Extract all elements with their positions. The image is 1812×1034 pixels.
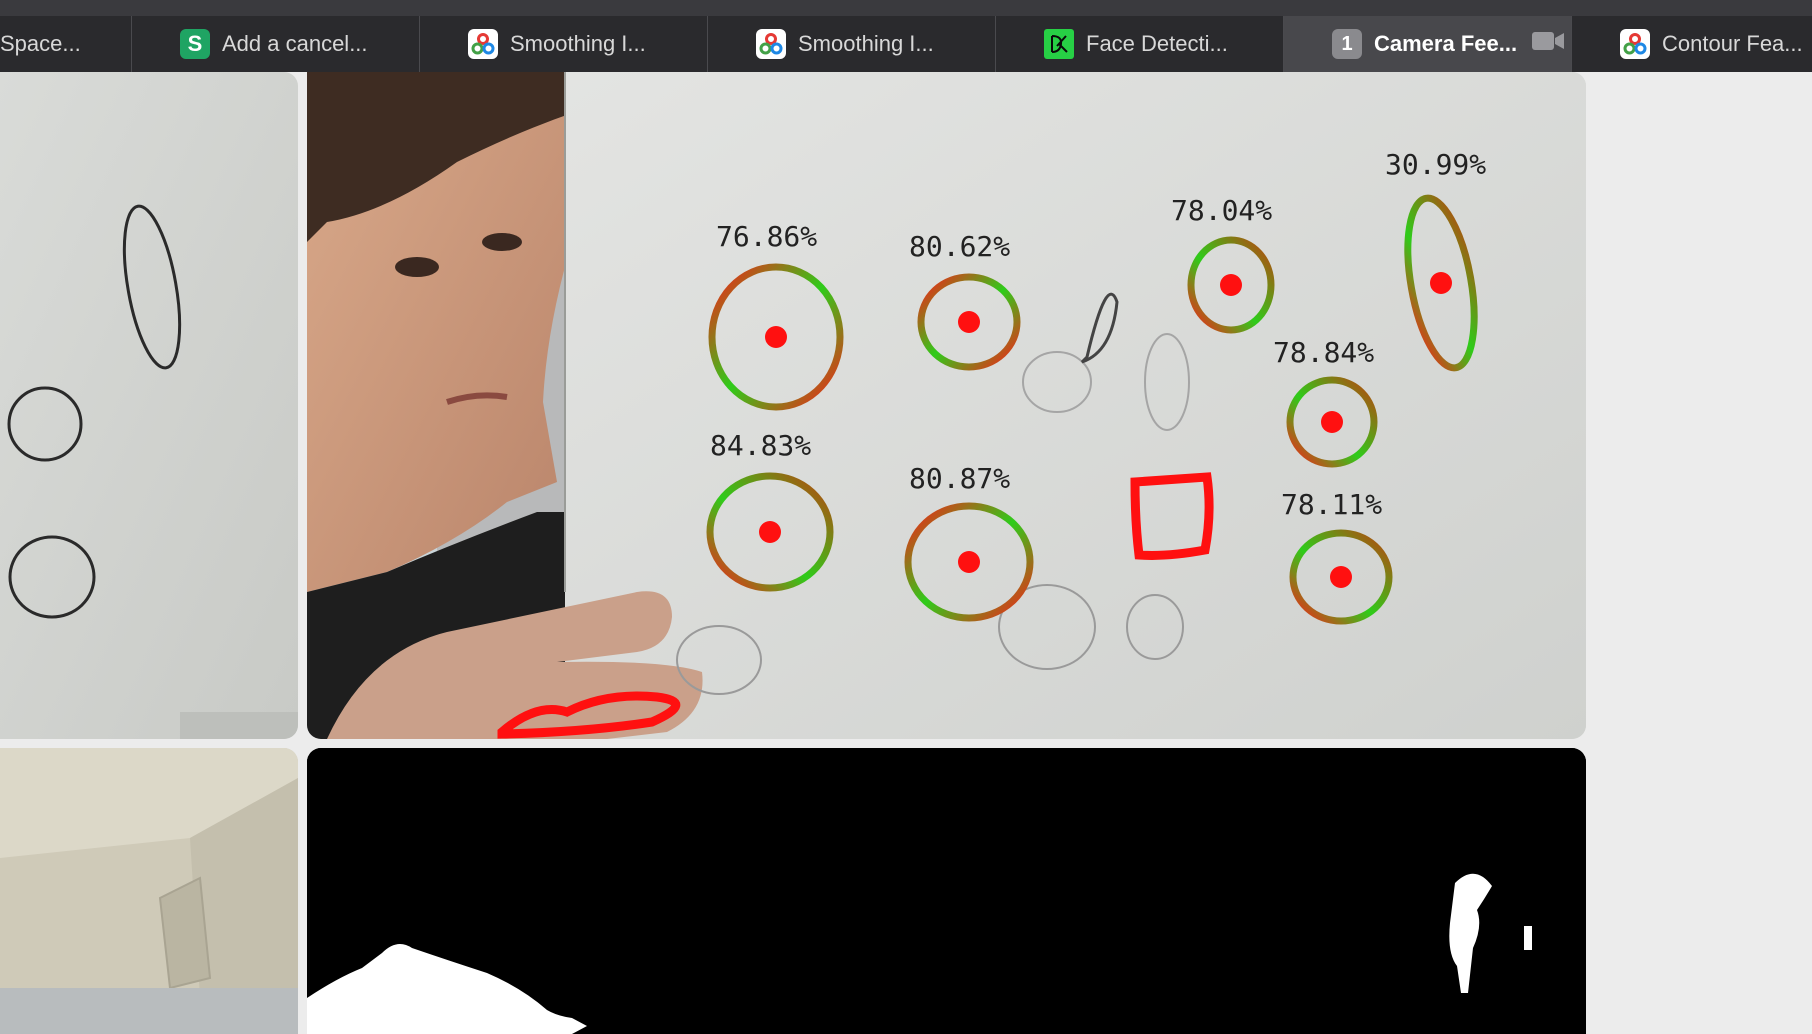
tab-label: Face Detecti... xyxy=(1086,31,1228,56)
tab-label: Smoothing I... xyxy=(798,31,934,56)
tab-smoothing-2[interactable]: Smoothing I... xyxy=(707,16,995,72)
contour-center-dot xyxy=(958,311,980,333)
dk-logo-icon xyxy=(1044,29,1074,59)
tab-label: Add a cancel... xyxy=(222,31,368,56)
tab-label: Contour Fea... xyxy=(1662,31,1803,56)
contour-center-dot xyxy=(1330,566,1352,588)
detection-percentage: 76.86% xyxy=(716,220,817,253)
tab-smoothing-1[interactable]: Smoothing I... xyxy=(419,16,707,72)
processed-camera-frame-tile: 76.86% 80.62% 78.04% 30.99% 78.84% 84.83… xyxy=(307,72,1586,739)
paper-sketch-image xyxy=(0,72,298,739)
detection-percentage: 78.11% xyxy=(1281,488,1382,521)
mask-blob xyxy=(1524,926,1532,950)
tab-face-detection[interactable]: Face Detecti... xyxy=(995,16,1283,72)
tab-label: Space... xyxy=(0,31,81,56)
binary-mask-canvas xyxy=(307,748,1586,1034)
tab-label: Smoothing I... xyxy=(510,31,646,56)
contour-center-dot xyxy=(958,551,980,573)
opencv-icon xyxy=(756,29,786,59)
detection-percentage: 80.87% xyxy=(909,462,1010,495)
contour-center-dot xyxy=(1430,272,1452,294)
tab-add-a-cancel[interactable]: S Add a cancel... xyxy=(131,16,419,72)
s-logo-icon: S xyxy=(180,29,210,59)
contour-center-dot xyxy=(1321,411,1343,433)
threshold-mask-tile xyxy=(307,748,1586,1034)
detection-percentage: 30.99% xyxy=(1385,148,1486,181)
tab-number-badge: 1 xyxy=(1332,29,1362,59)
window-top-strip xyxy=(0,0,1812,16)
raw-camera-frame-tile xyxy=(0,72,298,739)
detection-percentage: 80.62% xyxy=(909,230,1010,263)
contour-center-dot xyxy=(759,521,781,543)
contour-center-dot xyxy=(1220,274,1242,296)
tab-label: Camera Fee... xyxy=(1374,31,1518,56)
tab-space[interactable]: Space... xyxy=(0,16,131,72)
opencv-icon xyxy=(1620,29,1650,59)
room-image xyxy=(0,748,298,1034)
contour-center-dot xyxy=(765,326,787,348)
camera-recording-icon xyxy=(1531,30,1565,58)
opencv-icon xyxy=(468,29,498,59)
detection-percentage: 78.84% xyxy=(1273,336,1374,369)
detection-percentage: 84.83% xyxy=(710,429,811,462)
detection-percentage: 78.04% xyxy=(1171,194,1272,227)
tab-contour-features[interactable]: Contour Fea... xyxy=(1571,16,1812,72)
tab-camera-feed[interactable]: 1 Camera Fee... xyxy=(1283,16,1571,72)
camera-frame-canvas: 76.86% 80.62% 78.04% 30.99% 78.84% 84.83… xyxy=(307,72,1586,739)
room-camera-tile xyxy=(0,748,298,1034)
